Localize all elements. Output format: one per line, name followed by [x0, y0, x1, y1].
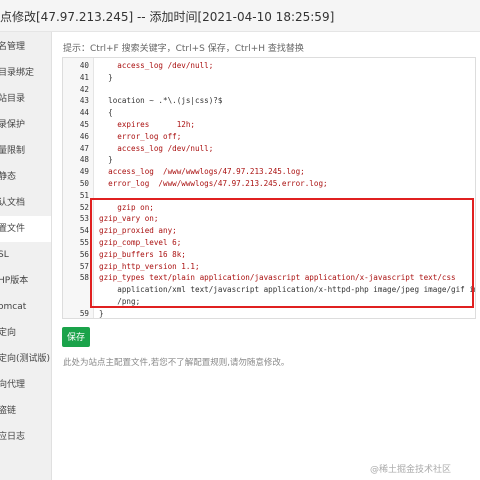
sidebar-item-response-log[interactable]: 应日志 [0, 424, 51, 450]
config-warning-note: 此处为站点主配置文件,若您不了解配置规则,请勿随意修改。 [63, 358, 290, 368]
sidebar-item-subdirectory-binding[interactable]: 目录绑定 [0, 60, 51, 86]
watermark: @稀土掘金技术社区 [370, 465, 452, 475]
sidebar-item-config-file[interactable]: 置文件 [0, 216, 51, 242]
code-line[interactable]: 59} [63, 307, 475, 318]
sidebar-item-rewrite[interactable]: 静态 [0, 164, 51, 190]
sidebar-item-anti-hotlink[interactable]: 盗链 [0, 398, 51, 424]
sidebar-item-php-version[interactable]: HP版本 [0, 268, 51, 294]
sidebar-item-redirect-beta[interactable]: 定向(测试版) [0, 346, 51, 372]
shortcut-hint: 提示：Ctrl+F 搜索关键字，Ctrl+S 保存，Ctrl+H 查找替换 [63, 44, 304, 54]
sidebar: 名管理 目录绑定 站目录 录保护 量限制 静态 认文档 置文件 SL HP版本 … [0, 32, 52, 480]
sidebar-item-site-directory[interactable]: 站目录 [0, 86, 51, 112]
sidebar-item-redirect[interactable]: 定向 [0, 320, 51, 346]
sidebar-item-traffic-limit[interactable]: 量限制 [0, 138, 51, 164]
window-titlebar: 点修改[47.97.213.245] -- 添加时间[2021-04-10 18… [0, 0, 480, 32]
sidebar-item-default-document[interactable]: 认文档 [0, 190, 51, 216]
sidebar-item-ssl[interactable]: SL [0, 242, 51, 268]
window-title: 点修改[47.97.213.245] -- 添加时间[2021-04-10 18… [0, 10, 335, 24]
sidebar-item-tomcat[interactable]: omcat [0, 294, 51, 320]
sidebar-item-reverse-proxy[interactable]: 向代理 [0, 372, 51, 398]
sidebar-item-domain-management[interactable]: 名管理 [0, 34, 51, 60]
sidebar-item-directory-protection[interactable]: 录保护 [0, 112, 51, 138]
config-editor[interactable]: 40 access_log /dev/null; 41 } 42 43 loca… [62, 57, 476, 319]
save-button[interactable]: 保存 [62, 327, 90, 347]
